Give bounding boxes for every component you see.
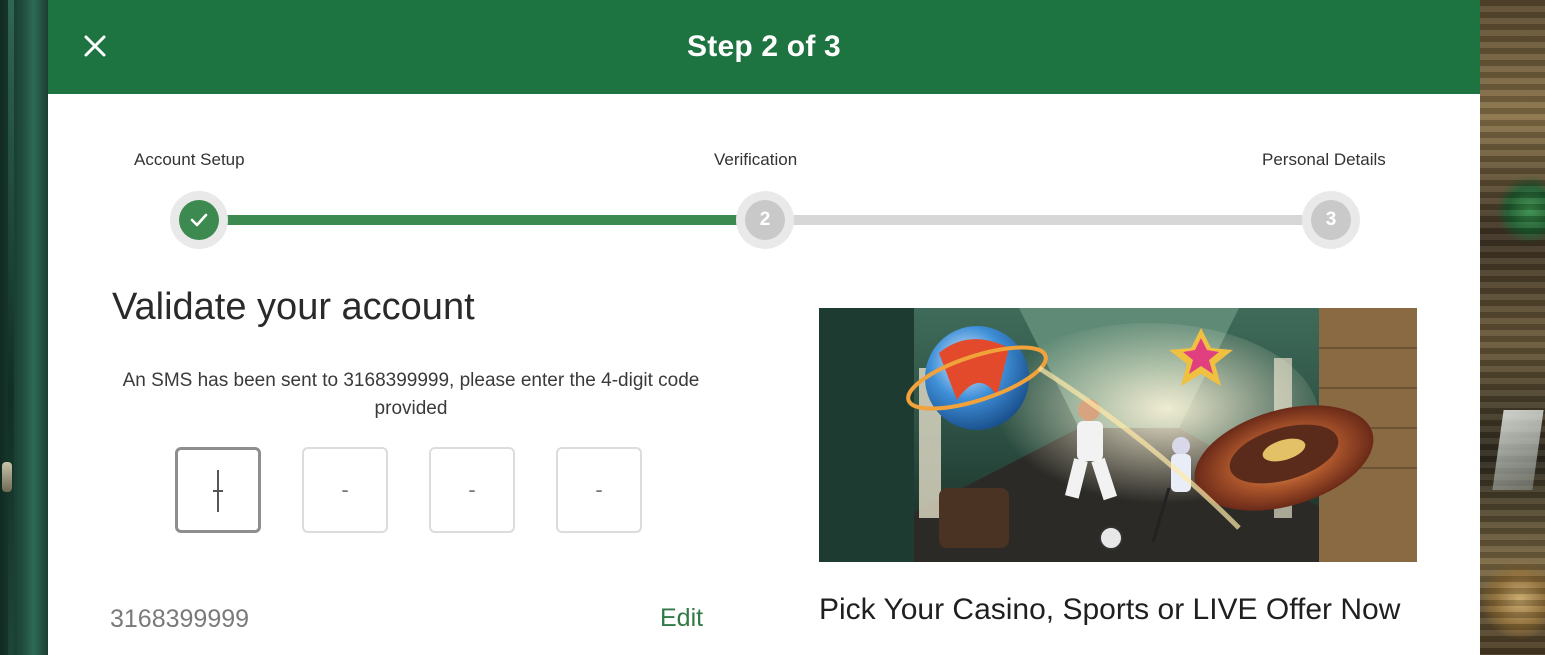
step-number-2: 2	[745, 200, 785, 240]
background-texture	[1480, 0, 1545, 655]
modal-header: Step 2 of 3	[48, 0, 1480, 94]
step-node-2: 2	[736, 191, 794, 249]
code-digit-2[interactable]	[302, 447, 388, 533]
step-label-personal-details: Personal Details	[1262, 150, 1386, 169]
code-digit-3[interactable]	[429, 447, 515, 533]
progress-fill	[198, 215, 766, 225]
edit-phone-link[interactable]: Edit	[660, 604, 703, 633]
background-right-decor	[1480, 0, 1545, 655]
step-number-3: 3	[1311, 200, 1351, 240]
checkmark-icon	[179, 200, 219, 240]
background-left-decor	[0, 0, 48, 655]
step-title: Step 2 of 3	[687, 30, 841, 63]
promo-image	[819, 308, 1417, 562]
step-label-account-setup: Account Setup	[134, 150, 245, 169]
step-label-verification: Verification	[714, 150, 798, 169]
validate-heading: Validate your account	[112, 286, 475, 328]
step-node-3: 3	[1302, 191, 1360, 249]
registration-modal: Step 2 of 3 Account Setup Verification P…	[48, 0, 1480, 655]
code-digit-4[interactable]	[556, 447, 642, 533]
promo-title: Pick Your Casino, Sports or LIVE Offer N…	[819, 593, 1401, 626]
step-node-1	[170, 191, 228, 249]
text-cursor-mark	[213, 490, 223, 492]
door-handle-decor	[2, 462, 12, 492]
sms-instructions: An SMS has been sent to 3168399999, plea…	[122, 370, 700, 419]
phone-number: 3168399999	[110, 605, 250, 633]
